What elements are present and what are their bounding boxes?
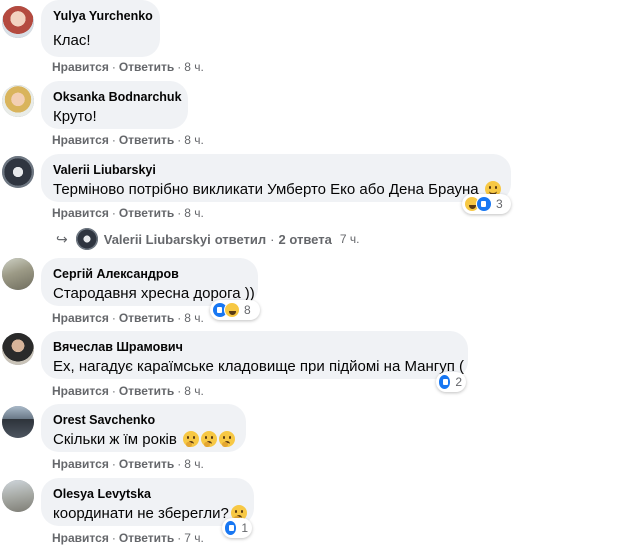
reactions-summary[interactable]: 2	[436, 372, 466, 392]
comment-bubble: Valerii Liubarskyi Терміново потрібно ви…	[41, 154, 511, 202]
reply-time: 7 ч.	[339, 232, 360, 246]
comment-time[interactable]: 8 ч.	[184, 133, 204, 147]
comment-bubble: Сергій Александров Стародавня хресна дор…	[41, 258, 258, 306]
separator: ·	[111, 457, 116, 471]
reply-link[interactable]: Ответить	[119, 384, 174, 398]
reply-link[interactable]: Ответить	[119, 133, 174, 147]
like-link[interactable]: Нравится	[52, 457, 109, 471]
reply-verb: ответил	[214, 231, 267, 247]
reactions-summary[interactable]: 3	[462, 194, 511, 214]
comment-author[interactable]: Yulya Yurchenko	[53, 8, 153, 24]
reply-author-avatar	[75, 228, 98, 250]
reply-arrow-icon: ↪	[56, 230, 68, 247]
comment-actions: Нравится · Ответить · 8 ч.	[52, 456, 204, 472]
like-link[interactable]: Нравится	[52, 531, 109, 545]
comment-text: Клас!	[53, 32, 91, 49]
reaction-count: 3	[496, 197, 503, 211]
comment-time[interactable]: 8 ч.	[184, 60, 204, 74]
reply-count: 2 ответа	[278, 231, 332, 247]
comment-author[interactable]: Olesya Levytska	[53, 486, 242, 502]
separator: ·	[177, 206, 182, 220]
reply-link[interactable]: Ответить	[119, 206, 174, 220]
comment-time[interactable]: 8 ч.	[184, 206, 204, 220]
comment-text: Ех, нагадує караїмське кладовище при під…	[53, 358, 465, 375]
comment-text: координати не зберегли?	[53, 504, 247, 524]
comment-actions: Нравится · Ответить · 8 ч.	[52, 310, 204, 326]
comment-author[interactable]: Сергій Александров	[53, 266, 246, 282]
separator: ·	[111, 384, 116, 398]
thinking-face-icon	[200, 431, 217, 447]
reply-link[interactable]: Ответить	[119, 311, 174, 325]
comment-bubble: Orest Savchenko Скільки ж їм років	[41, 404, 246, 452]
separator: ·	[177, 311, 182, 325]
reply-link[interactable]: Ответить	[119, 60, 174, 74]
comment-bubble: Oksanka Bodnarchuk Круто!	[41, 81, 188, 129]
separator: ·	[177, 457, 182, 471]
reaction-count: 1	[241, 521, 248, 535]
separator: ·	[111, 311, 116, 325]
comment-text: Скільки ж їм років	[53, 430, 235, 450]
comment-actions: Нравится · Ответить · 7 ч.	[52, 530, 204, 546]
like-link[interactable]: Нравится	[52, 384, 109, 398]
comment-time[interactable]: 8 ч.	[184, 384, 204, 398]
like-link[interactable]: Нравится	[52, 311, 109, 325]
comment-actions: Нравится · Ответить · 8 ч.	[52, 383, 204, 399]
avatar[interactable]	[2, 6, 34, 38]
separator: ·	[177, 531, 182, 545]
comment-text-content: Скільки ж їм років	[53, 431, 177, 448]
like-link[interactable]: Нравится	[52, 60, 109, 74]
separator: ·	[177, 384, 182, 398]
comment-author[interactable]: Orest Savchenko	[53, 412, 234, 428]
comment-bubble: Yulya Yurchenko Клас!	[41, 0, 160, 57]
comment-bubble: Olesya Levytska координати не зберегли?	[41, 478, 254, 526]
reply-link[interactable]: Ответить	[119, 457, 174, 471]
like-reaction-icon	[438, 374, 452, 390]
separator: ·	[270, 231, 275, 247]
comment-text: Терміново потрібно викликати Умберто Еко…	[53, 180, 501, 200]
comment-author[interactable]: Oksanka Bodnarchuk	[53, 89, 182, 105]
separator: ·	[177, 133, 182, 147]
comment-author[interactable]: Valerii Liubarskyi	[53, 162, 499, 178]
comment-actions: Нравится · Ответить · 8 ч.	[52, 132, 204, 148]
separator: ·	[111, 60, 116, 74]
like-reaction-icon	[224, 520, 238, 536]
like-link[interactable]: Нравится	[52, 133, 109, 147]
comment-bubble: Вячеслав Шрамович Ех, нагадує караїмське…	[41, 331, 468, 379]
reaction-count: 2	[455, 375, 462, 389]
reply-author-name: Valerii Liubarskyi	[103, 231, 211, 247]
haha-reaction-icon	[224, 302, 240, 318]
comment-text-content: Терміново потрібно викликати Умберто Еко…	[53, 181, 479, 198]
thinking-face-icon	[182, 431, 199, 447]
avatar[interactable]	[2, 258, 34, 290]
avatar[interactable]	[2, 333, 34, 365]
comment-actions: Нравится · Ответить · 8 ч.	[52, 205, 204, 221]
avatar[interactable]	[2, 406, 34, 438]
comment-actions: Нравится · Ответить · 8 ч.	[52, 59, 204, 75]
comment-text: Круто!	[53, 108, 97, 125]
comment-time[interactable]: 7 ч.	[184, 531, 204, 545]
reaction-count: 8	[244, 303, 251, 317]
separator: ·	[111, 531, 116, 545]
avatar[interactable]	[2, 480, 34, 512]
like-reaction-icon	[476, 196, 492, 212]
separator: ·	[111, 133, 116, 147]
separator: ·	[177, 60, 182, 74]
like-link[interactable]: Нравится	[52, 206, 109, 220]
comment-author[interactable]: Вячеслав Шрамович	[53, 339, 456, 355]
comment-text-content: координати не зберегли?	[53, 505, 229, 522]
thinking-face-icon	[218, 431, 235, 447]
view-replies-link[interactable]: ↪ Valerii Liubarskyi ответил · 2 ответа …	[56, 228, 360, 250]
reactions-summary[interactable]: 8	[210, 300, 260, 320]
comment-time[interactable]: 8 ч.	[184, 311, 204, 325]
reactions-summary[interactable]: 1	[222, 518, 252, 538]
comment-time[interactable]: 8 ч.	[184, 457, 204, 471]
avatar[interactable]	[2, 156, 34, 188]
separator: ·	[111, 206, 116, 220]
reply-link[interactable]: Ответить	[119, 531, 174, 545]
avatar[interactable]	[2, 85, 34, 117]
